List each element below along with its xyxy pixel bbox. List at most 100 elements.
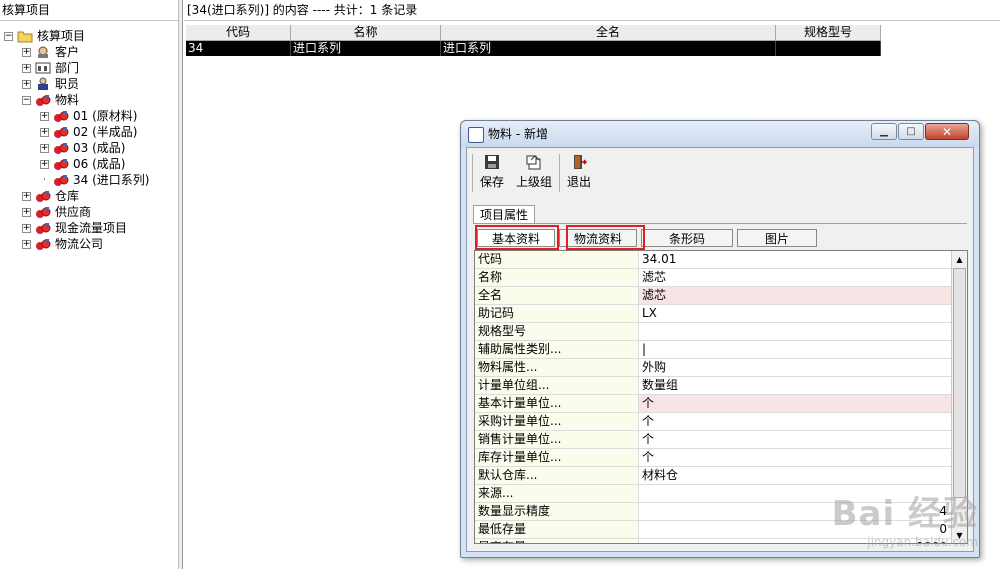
property-key: 最低存量	[475, 521, 639, 538]
save-button[interactable]: 保存	[474, 152, 510, 194]
tree-item-label: 仓库	[55, 189, 80, 203]
department-icon	[35, 61, 51, 75]
property-key: 默认仓库...	[475, 467, 639, 484]
tab-item-properties[interactable]: 项目属性	[473, 205, 536, 224]
content-title: [34(进口系列)] 的内容 ---- 共计：1 条记录	[184, 0, 1000, 21]
tree-item[interactable]: + 现金流量项目	[22, 220, 128, 236]
expand-icon[interactable]: +	[22, 79, 31, 89]
property-key: 数量显示精度	[475, 503, 639, 520]
item-icon	[35, 93, 51, 107]
tree-item-label: 02 (半成品)	[73, 125, 138, 139]
property-key: 最高存量	[475, 539, 639, 543]
column-header[interactable]: 名称	[291, 25, 441, 41]
collapse-icon[interactable]: −	[22, 95, 31, 105]
customer-icon	[35, 45, 51, 59]
parent-group-icon	[526, 154, 542, 170]
property-row[interactable]: 销售计量单位... 个	[475, 431, 967, 449]
expand-icon[interactable]: +	[22, 223, 31, 233]
tree-item[interactable]: − 核算项目	[4, 28, 86, 44]
tree-item[interactable]: · 34 (进口系列)	[40, 172, 150, 188]
column-header[interactable]: 代码	[186, 25, 291, 41]
property-row[interactable]: 库存计量单位... 个	[475, 449, 967, 467]
tree-item[interactable]: + 部门	[22, 60, 80, 76]
tree-item[interactable]: +02 (半成品)	[40, 124, 138, 140]
property-row[interactable]: 全名 滤芯	[475, 287, 967, 305]
expand-icon[interactable]: +	[40, 159, 49, 169]
parent-group-label: 上级组	[516, 175, 553, 189]
property-value[interactable]	[639, 323, 951, 340]
tree-item-label: 物料	[55, 93, 80, 107]
save-label: 保存	[480, 175, 505, 189]
tree-item[interactable]: − 物料	[22, 92, 80, 108]
column-header[interactable]: 全名	[441, 25, 776, 41]
property-row[interactable]: 规格型号	[475, 323, 967, 341]
tree-panel-title: 核算项目	[0, 0, 178, 21]
property-row[interactable]: 名称 滤芯	[475, 269, 967, 287]
property-row[interactable]: 基本计量单位... 个	[475, 395, 967, 413]
tree-item[interactable]: + 职员	[22, 76, 80, 92]
property-row[interactable]: 助记码 LX	[475, 305, 967, 323]
property-row[interactable]: 计量单位组... 数量组	[475, 377, 967, 395]
expand-icon[interactable]: +	[40, 111, 49, 121]
tab-divider	[473, 223, 967, 224]
property-value[interactable]: 个	[639, 395, 951, 412]
tree-item[interactable]: +01 (原材料)	[40, 108, 138, 124]
maximize-button[interactable]: □	[898, 123, 924, 140]
minimize-button[interactable]: ▁	[871, 123, 897, 140]
item-icon	[53, 173, 69, 187]
column-header[interactable]: 规格型号	[776, 25, 881, 41]
parent-group-button[interactable]: 上级组	[510, 152, 558, 194]
expand-icon[interactable]: +	[22, 239, 31, 249]
tree-item[interactable]: + 供应商	[22, 204, 92, 220]
tree-item[interactable]: + 仓库	[22, 188, 80, 204]
property-value[interactable]: 个	[639, 449, 951, 466]
tree-item[interactable]: + 物流公司	[22, 236, 104, 252]
property-value[interactable]: 34.01	[639, 251, 951, 268]
panel-splitter[interactable]	[178, 0, 183, 569]
property-value[interactable]: 数量组	[639, 377, 951, 394]
expand-icon[interactable]: +	[22, 191, 31, 201]
property-value[interactable]: |	[639, 341, 951, 358]
tree-item-label: 06 (成品)	[73, 157, 126, 171]
dialog-title: 物料 - 新增	[488, 127, 548, 141]
tab-picture[interactable]: 图片	[737, 229, 817, 247]
tree-item[interactable]: +03 (成品)	[40, 140, 126, 156]
property-key: 物料属性...	[475, 359, 639, 376]
expand-icon[interactable]: +	[22, 63, 31, 73]
property-row[interactable]: 辅助属性类别... |	[475, 341, 967, 359]
property-row[interactable]: 采购计量单位... 个	[475, 413, 967, 431]
property-value[interactable]: 滤芯	[639, 287, 951, 304]
expand-icon[interactable]: +	[22, 207, 31, 217]
toolbar-separator	[559, 154, 561, 192]
property-row[interactable]: 物料属性... 外购	[475, 359, 967, 377]
table-row[interactable]: 34 进口系列 进口系列	[186, 41, 881, 56]
property-value[interactable]: 外购	[639, 359, 951, 376]
expand-icon[interactable]: +	[40, 127, 49, 137]
tree-item-label: 客户	[55, 45, 80, 59]
tree-item-label: 34 (进口系列)	[73, 173, 150, 187]
property-value[interactable]: 个	[639, 413, 951, 430]
property-row[interactable]: 代码 34.01	[475, 251, 967, 269]
property-value[interactable]: 材料仓	[639, 467, 951, 484]
tree-item[interactable]: +06 (成品)	[40, 156, 126, 172]
item-icon	[35, 205, 51, 219]
dialog-titlebar[interactable]: 物料 - 新增 ▁ □ ✕	[461, 121, 979, 147]
tree-item-label: 核算项目	[37, 29, 86, 43]
property-row[interactable]: 默认仓库... 材料仓	[475, 467, 967, 485]
tab-barcode[interactable]: 条形码	[641, 229, 733, 247]
close-button[interactable]: ✕	[925, 123, 969, 140]
property-value[interactable]: 个	[639, 431, 951, 448]
expand-icon[interactable]: +	[40, 143, 49, 153]
item-icon	[53, 109, 69, 123]
collapse-icon[interactable]: −	[4, 31, 13, 41]
property-value[interactable]: LX	[639, 305, 951, 322]
highlight-box-basic-info	[475, 225, 559, 250]
employee-icon	[35, 77, 51, 91]
exit-button[interactable]: 退出	[561, 152, 597, 194]
scroll-up-icon[interactable]: ▲	[952, 251, 967, 267]
tree-item[interactable]: + 客户	[22, 44, 80, 60]
property-value[interactable]: 滤芯	[639, 269, 951, 286]
expand-icon[interactable]: +	[22, 47, 31, 57]
tree-item-label: 现金流量项目	[55, 221, 128, 235]
scroll-thumb[interactable]	[953, 268, 966, 498]
